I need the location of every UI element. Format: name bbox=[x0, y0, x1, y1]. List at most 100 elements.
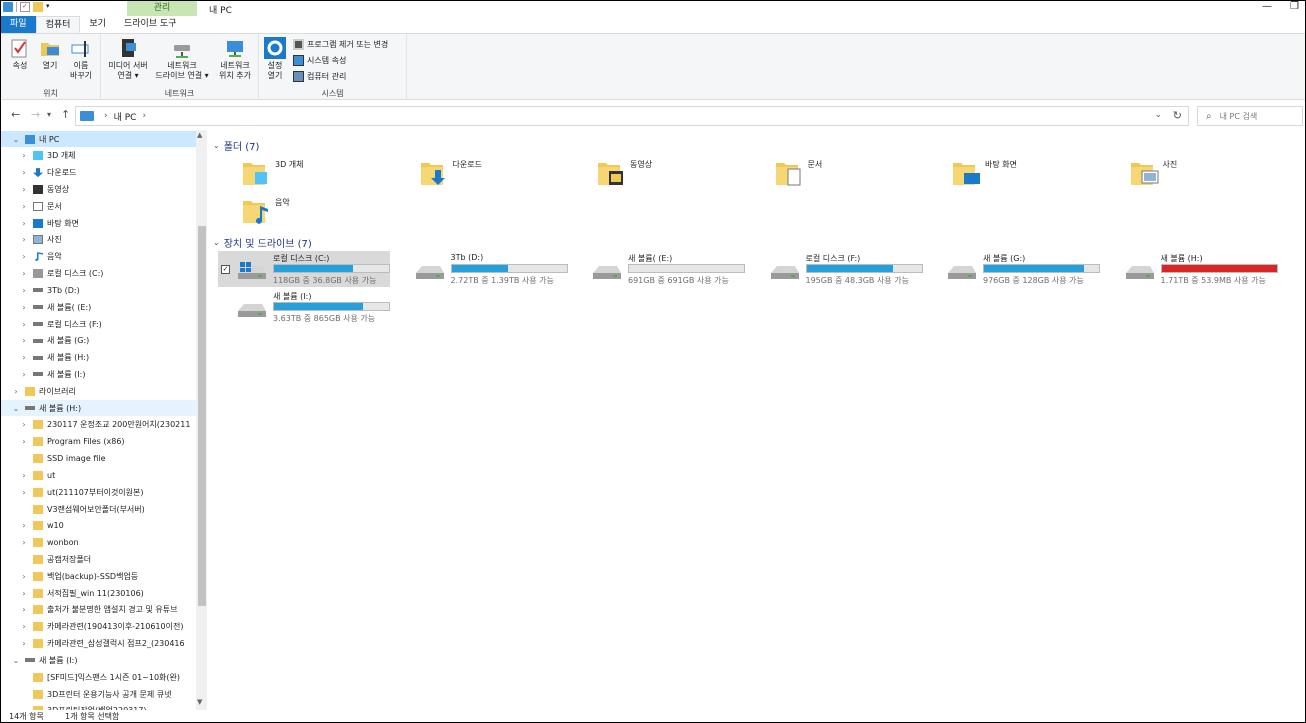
nav-item[interactable]: › wonbon bbox=[1, 535, 196, 551]
nav-item[interactable]: › 백업(backup)-SSD백업등 bbox=[1, 568, 196, 584]
nav-item[interactable]: › 새 볼륨 (G:) bbox=[1, 333, 196, 349]
nav-item[interactable]: › 새 볼륨( (E:) bbox=[1, 299, 196, 315]
map-network-drive-button[interactable]: 네트워크 드라이브 연결 ▾ bbox=[153, 37, 211, 81]
chevron-right-icon[interactable]: › bbox=[19, 286, 29, 295]
context-tab-manage[interactable]: 관리 bbox=[127, 1, 197, 16]
address-dropdown-icon[interactable]: ⌄ bbox=[1154, 110, 1162, 120]
nav-item[interactable]: › 3Tb (D:) bbox=[1, 282, 196, 298]
qat-dropdown-icon[interactable]: ▾ bbox=[46, 2, 52, 12]
system-properties-button[interactable]: 시스템 속성 bbox=[293, 55, 346, 66]
chevron-right-icon[interactable]: › bbox=[19, 185, 29, 194]
nav-item[interactable]: V3랜섬웨어보안폴더(부서버) bbox=[1, 501, 196, 517]
chevron-right-icon[interactable]: › bbox=[19, 168, 29, 177]
scroll-down-icon[interactable]: ▼ bbox=[197, 698, 202, 706]
minimize-icon[interactable]: — bbox=[1262, 1, 1272, 12]
chevron-right-icon[interactable]: › bbox=[19, 151, 29, 160]
tab-computer[interactable]: 컴퓨터 bbox=[35, 16, 81, 33]
chevron-right-icon[interactable]: › bbox=[19, 269, 29, 278]
drive-item[interactable]: 새 볼륨 (G:) 976GB 중 128GB 사용 가능 bbox=[928, 251, 1100, 287]
chevron-right-icon[interactable]: › bbox=[19, 538, 29, 547]
nav-item[interactable]: › 3D 개체 bbox=[1, 148, 196, 164]
nav-item[interactable]: › 바탕 화면 bbox=[1, 215, 196, 231]
address-bar[interactable]: › 내 PC › ⌄ ↻ bbox=[75, 106, 1189, 126]
chevron-right-icon[interactable]: › bbox=[19, 605, 29, 614]
nav-item[interactable]: › 사진 bbox=[1, 232, 196, 248]
nav-item[interactable]: › 카메라관련_삼성갤럭시 점프2_(230416 bbox=[1, 636, 196, 652]
chevron-right-icon[interactable]: › bbox=[19, 252, 29, 261]
drive-item[interactable]: 새 볼륨 (I:) 3.63TB 중 865GB 사용 가능 bbox=[218, 289, 390, 325]
chevron-down-icon[interactable]: ⌄ bbox=[11, 404, 21, 413]
drives-section-header[interactable]: ⌄ 장치 및 드라이브 (7) bbox=[213, 235, 312, 250]
chevron-right-icon[interactable]: › bbox=[19, 303, 29, 312]
chevron-right-icon[interactable]: › bbox=[19, 521, 29, 530]
open-settings-button[interactable]: 설정 열기 bbox=[263, 37, 287, 81]
chevron-right-icon[interactable]: › bbox=[19, 488, 29, 497]
chevron-right-icon[interactable]: › bbox=[19, 219, 29, 228]
breadcrumb-item[interactable]: 내 PC bbox=[114, 110, 137, 123]
folder-item[interactable]: 3D 개체 bbox=[241, 156, 411, 194]
chevron-right-icon[interactable]: › bbox=[19, 202, 29, 211]
folder-item[interactable]: 문서 bbox=[774, 156, 944, 194]
search-box[interactable]: ⌕ 내 PC 검색 bbox=[1197, 106, 1303, 126]
forward-arrow-icon[interactable]: → bbox=[31, 108, 40, 121]
nav-item[interactable]: › 라이브러리 bbox=[1, 383, 196, 399]
chevron-right-icon[interactable]: › bbox=[19, 639, 29, 648]
drive-item[interactable]: 3Tb (D:) 2.72TB 중 1.39TB 사용 가능 bbox=[396, 251, 568, 287]
tab-view[interactable]: 보기 bbox=[80, 16, 115, 33]
chevron-right-icon[interactable]: › bbox=[19, 353, 29, 362]
chevron-right-icon[interactable]: › bbox=[11, 387, 21, 396]
nav-item[interactable]: › 새 볼륨 (I:) bbox=[1, 366, 196, 382]
nav-item[interactable]: ⌄ 내 PC bbox=[1, 131, 196, 147]
drive-item[interactable]: 로컬 디스크 (F:) 195GB 중 48.3GB 사용 가능 bbox=[751, 251, 923, 287]
nav-item[interactable]: ⌄ 새 볼륨 (H:) bbox=[1, 400, 196, 417]
add-network-location-button[interactable]: 네트워크 위치 추가 bbox=[213, 37, 257, 81]
uninstall-program-button[interactable]: 프로그램 제거 또는 변경 bbox=[293, 39, 388, 50]
up-arrow-icon[interactable]: ↑ bbox=[61, 108, 70, 121]
new-folder-qat-icon[interactable] bbox=[33, 2, 43, 12]
nav-item[interactable]: › 새 볼륨 (H:) bbox=[1, 350, 196, 366]
open-button[interactable]: 열기 bbox=[37, 37, 63, 71]
restore-icon[interactable]: ❐ bbox=[1290, 1, 1299, 12]
nav-item[interactable]: 3D프린터 운용기능사 공개 문제 큐넷 bbox=[1, 686, 196, 702]
nav-item[interactable]: › w10 bbox=[1, 518, 196, 534]
computer-management-button[interactable]: 컴퓨터 관리 bbox=[293, 71, 346, 82]
folder-item[interactable]: 사진 bbox=[1129, 156, 1299, 194]
nav-item[interactable]: › ut bbox=[1, 467, 196, 483]
properties-button[interactable]: 속성 bbox=[7, 37, 33, 71]
nav-item[interactable]: › 로컬 디스크 (C:) bbox=[1, 266, 196, 282]
chevron-right-icon[interactable]: › bbox=[19, 471, 29, 480]
nav-item[interactable]: 3D프린팅작업(백업220317) bbox=[1, 703, 196, 710]
chevron-right-icon[interactable]: › bbox=[19, 572, 29, 581]
nav-item[interactable]: › 동영상 bbox=[1, 181, 196, 197]
properties-qat-icon[interactable]: ✓ bbox=[20, 2, 30, 12]
breadcrumb-chevron-icon[interactable]: › bbox=[104, 111, 108, 121]
collapse-chevron-icon[interactable]: ⌄ bbox=[213, 141, 220, 150]
drive-item[interactable]: ✓ 로컬 디스크 (C:) 118GB 중 36.8GB 사용 가능 bbox=[218, 251, 390, 287]
nav-item[interactable]: › 로컬 디스크 (F:) bbox=[1, 316, 196, 332]
media-server-button[interactable]: 미디어 서버 연결 ▾ bbox=[103, 37, 153, 81]
tab-drive-tools[interactable]: 드라이브 도구 bbox=[115, 16, 186, 33]
folder-item[interactable]: 바탕 화면 bbox=[951, 156, 1121, 194]
nav-item[interactable]: › 출처가 불분명한 앱설치 경고 및 유튜브 bbox=[1, 602, 196, 618]
nav-item[interactable]: › 230117 운정조교 200만원어치(230211 bbox=[1, 417, 196, 433]
drive-item[interactable]: 새 볼륨 (H:) 1.71TB 중 53.9MB 사용 가능 bbox=[1106, 251, 1278, 287]
chevron-right-icon[interactable]: › bbox=[19, 235, 29, 244]
nav-item[interactable]: › 카메라관련(190413이후-210610이전) bbox=[1, 619, 196, 635]
folder-item[interactable]: 동영상 bbox=[596, 156, 766, 194]
rename-button[interactable]: 이름 바꾸기 bbox=[67, 37, 95, 81]
nav-item[interactable]: SSD image file bbox=[1, 451, 196, 467]
nav-item[interactable]: › 음악 bbox=[1, 249, 196, 265]
scroll-up-icon[interactable]: ▲ bbox=[197, 131, 202, 139]
chevron-right-icon[interactable]: › bbox=[19, 320, 29, 329]
back-arrow-icon[interactable]: ← bbox=[11, 108, 20, 121]
folders-section-header[interactable]: ⌄ 폴더 (7) bbox=[213, 138, 259, 153]
chevron-right-icon[interactable]: › bbox=[19, 420, 29, 429]
chevron-right-icon[interactable]: › bbox=[19, 589, 29, 598]
nav-item[interactable]: › 서적집필_win 11(230106) bbox=[1, 585, 196, 601]
chevron-right-icon[interactable]: › bbox=[19, 437, 29, 446]
nav-item[interactable]: [SF미드]익스팬스 1시즌 01~10화(완) bbox=[1, 669, 196, 685]
breadcrumb-chevron-icon[interactable]: › bbox=[142, 111, 146, 121]
recent-locations-chevron-icon[interactable]: ▾ bbox=[47, 110, 51, 119]
chevron-right-icon[interactable]: › bbox=[19, 370, 29, 379]
collapse-chevron-icon[interactable]: ⌄ bbox=[213, 238, 220, 247]
